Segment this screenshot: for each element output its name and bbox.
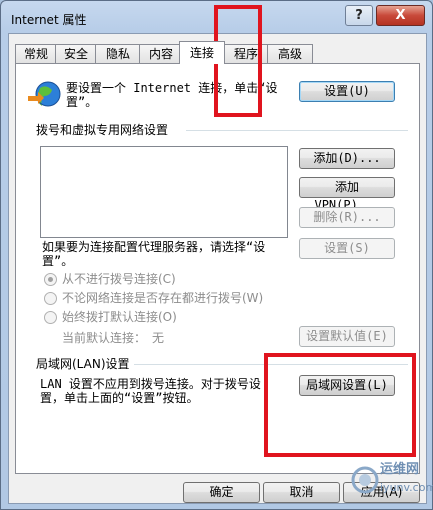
ok-button[interactable]: 确定: [183, 482, 260, 503]
watermark-text-url: iyunv.com: [380, 481, 433, 494]
dial-default-radio[interactable]: [44, 311, 57, 324]
tab-general[interactable]: 常规: [15, 44, 57, 63]
watermark-logo-icon: [351, 466, 379, 494]
set-default-button[interactable]: 设置默认值(E): [299, 326, 395, 347]
lan-description-line2: 置，单击上面的“设置”按钮。: [40, 391, 199, 405]
lan-description-line1: LAN 设置不应用到拨号连接。对于拨号设: [40, 377, 261, 391]
setup-button[interactable]: 设置(U): [299, 81, 395, 102]
never-dial-label: 从不进行拨号连接(C): [62, 272, 176, 286]
add-vpn-button[interactable]: 添加 VPN(P)...: [299, 177, 395, 212]
tab-connections[interactable]: 连接: [179, 41, 225, 64]
globe-connection-icon: [28, 81, 61, 107]
current-default-label: 当前默认连接：: [62, 331, 147, 345]
proxy-description-line2: 置”。: [42, 254, 74, 268]
tab-advanced[interactable]: 高级: [267, 44, 313, 63]
add-connection-button[interactable]: 添加(D)...: [299, 148, 395, 169]
window-title: Internet 属性: [11, 13, 87, 27]
tab-security[interactable]: 安全: [55, 44, 97, 63]
lan-section-heading: 局域网(LAN)设置: [36, 357, 130, 371]
remove-connection-button[interactable]: 删除(R)...: [299, 207, 395, 228]
dialup-settings-button[interactable]: 设置(S): [299, 238, 395, 259]
always-dial-label: 不论网络连接是否存在都进行拨号(W): [62, 291, 264, 305]
tab-privacy[interactable]: 隐私: [95, 44, 141, 63]
current-default-value: 无: [152, 331, 165, 345]
dial-default-label: 始终拨打默认连接(O): [62, 310, 177, 324]
dialup-divider: [186, 130, 408, 131]
help-button[interactable]: ?: [345, 5, 373, 26]
proxy-description-line1: 如果要为连接配置代理服务器，请选择“设: [42, 240, 266, 254]
lan-settings-highlight-box: [264, 353, 416, 457]
internet-properties-window: Internet 属性 ? X 常规 安全 隐私 内容 连接 程序 高级 要设置…: [0, 0, 433, 510]
dialup-section-heading: 拨号和虚拟专用网络设置: [36, 123, 169, 137]
tab-content[interactable]: 内容: [139, 44, 183, 63]
watermark-text-cn: 运维网: [380, 462, 420, 477]
always-dial-radio[interactable]: [44, 292, 57, 305]
site-watermark: 运维网 iyunv.com: [350, 457, 433, 505]
cancel-button[interactable]: 取消: [263, 482, 340, 503]
never-dial-radio[interactable]: [44, 273, 57, 286]
setup-description-line2: 置”。: [66, 95, 98, 109]
connections-list[interactable]: [40, 146, 288, 238]
close-button[interactable]: X: [376, 5, 425, 26]
